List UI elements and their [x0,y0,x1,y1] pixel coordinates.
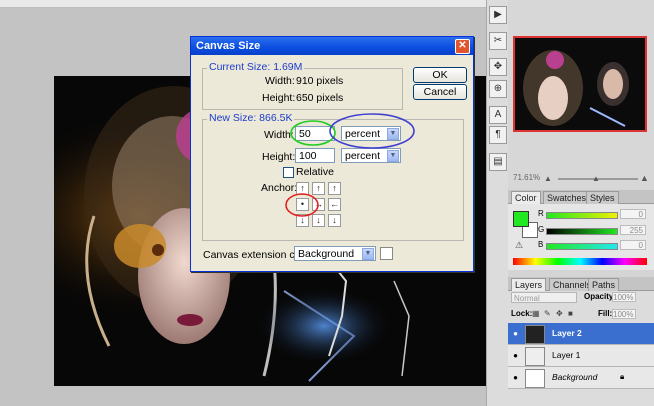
tab-color[interactable]: Color [511,191,541,204]
layer-thumbnail [525,347,545,366]
channel-b-label: B [538,240,544,249]
channel-r-value[interactable]: 0 [620,209,646,219]
eye-icon[interactable]: ● [511,351,520,360]
channel-g-value[interactable]: 255 [620,225,646,235]
eye-icon[interactable]: ● [511,373,520,382]
eye-icon[interactable]: ● [511,329,520,338]
layer-row[interactable]: ● Layer 2 [508,323,654,345]
layer-row[interactable]: ● Layer 1 [508,345,654,367]
layer-name: Background [552,372,598,382]
tab-styles[interactable]: Styles [586,191,619,204]
channel-g-label: G [538,225,545,234]
layer-row[interactable]: ● Background 🔒︎ [508,367,654,389]
layer-name: Layer 1 [552,350,581,360]
layer-name: Layer 2 [552,328,582,338]
red-annotation-circle [285,193,319,217]
tab-paths[interactable]: Paths [588,278,620,291]
zoom-in-icon[interactable]: ▲ [640,173,649,183]
options-bar-remnant [0,0,486,8]
channel-r-label: R [538,209,544,218]
move-icon[interactable]: ✥ [489,58,507,76]
lock-label: Lock: [511,309,533,318]
navigator-preview[interactable] [513,36,647,132]
lock-transparency-icon[interactable]: ▦ [532,309,540,318]
color-panel-tabs: Color Swatches Styles [508,190,654,204]
channel-b-value[interactable]: 0 [620,240,646,250]
lock-position-icon[interactable]: ✥ [556,309,563,318]
paragraph-icon[interactable]: ¶ [489,126,507,144]
fill-value[interactable]: 100% [612,309,636,319]
fill-label: Fill: [598,309,613,318]
opacity-value[interactable]: 100% [612,292,636,302]
canvas-size-dialog: Canvas Size ✕ Current Size: 1.69M Width:… [190,36,474,272]
channel-r-slider[interactable] [546,212,618,219]
tab-layers[interactable]: Layers [511,278,547,291]
history-icon[interactable]: ▶ [489,6,507,24]
navigator-thumbnail [523,50,629,127]
zoom-slider-handle-icon[interactable]: ▲ [592,174,600,183]
blue-annotation-circle [329,113,415,149]
gamut-warning-icon[interactable]: ⚠ [515,240,523,251]
lock-pixels-icon[interactable]: ✎ [544,309,551,318]
lock-icon: 🔒︎ [620,372,625,381]
blend-mode-select[interactable]: Normal [511,292,577,303]
navigator-zoom[interactable]: 71.61% [513,173,540,182]
channel-b-slider[interactable] [546,243,618,250]
color-ramp[interactable] [513,258,647,265]
annotation-overlay [285,113,415,217]
panels-column: 71.61% ▲ ▲ ▲ Color Swatches Styles R 0 G… [508,0,654,406]
layers-panel-tabs: Layers Channels Paths [508,277,654,291]
panel-dock-toolbar: ▶ ✂ ✥ ⊕ A ¶ ▤ [486,0,510,406]
brush-icon[interactable]: ⊕ [489,80,507,98]
layer-comps-icon[interactable]: ▤ [489,153,507,171]
zoom-out-icon[interactable]: ▲ [544,174,552,183]
tools-icon[interactable]: ✂ [489,32,507,50]
foreground-color-swatch[interactable] [513,211,529,227]
tab-swatches[interactable]: Swatches [543,191,591,204]
lock-all-icon[interactable]: ■ [568,309,573,318]
layer-thumbnail [525,325,545,344]
green-annotation-circle [290,120,336,146]
channel-g-slider[interactable] [546,228,618,235]
layer-thumbnail [525,369,545,388]
character-icon[interactable]: A [489,106,507,124]
